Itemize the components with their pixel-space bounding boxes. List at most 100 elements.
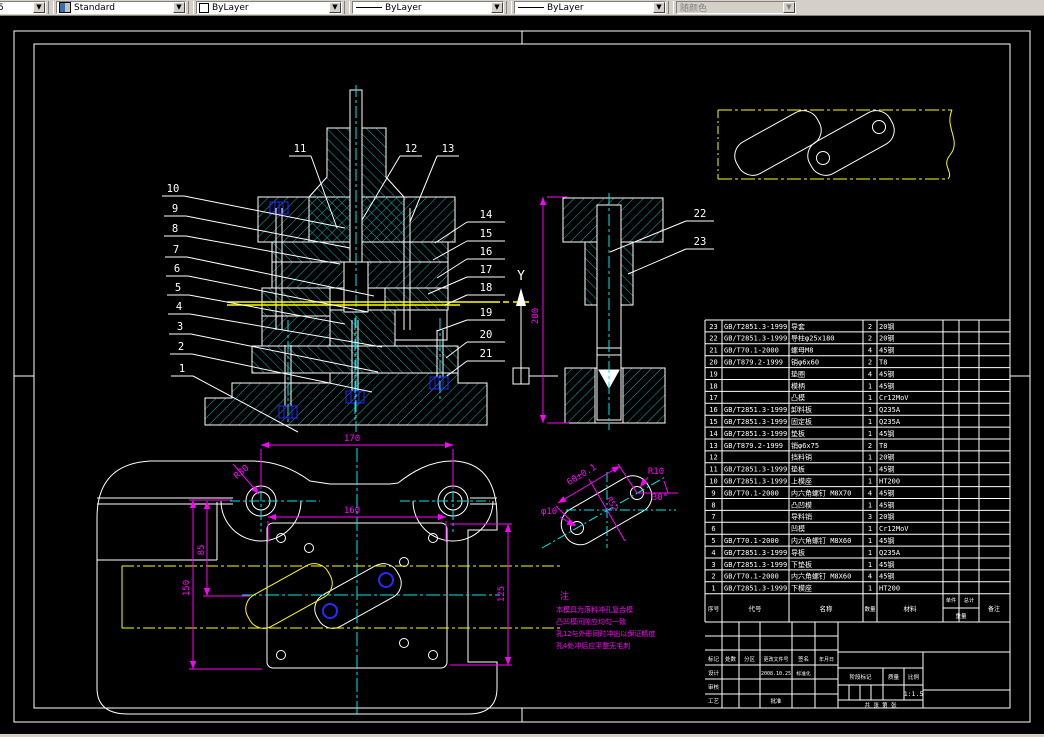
chevron-down-icon[interactable]: ▼ <box>653 2 665 13</box>
bom-material: 45钢 <box>879 488 894 497</box>
tb-rev-sign: 签名 <box>798 655 809 663</box>
bom-qty: 1 <box>868 549 872 557</box>
bom-seq: 22 <box>709 335 717 343</box>
section-cut-marker: Y <box>512 269 558 385</box>
callout-number: 18 <box>480 282 493 294</box>
drawing-canvas[interactable]: Y 170 160 150 85 125 R30 200 60±0.1 R10 … <box>0 0 1044 737</box>
bom-code: GB/T70.1-2000 <box>724 573 779 581</box>
bom-header-code: 代号 <box>749 604 763 613</box>
tb-standardize: 标准化 <box>796 670 811 677</box>
bom-name: 上模座 <box>791 477 812 486</box>
bom-material: 45钢 <box>879 381 894 390</box>
bom-seq: 23 <box>709 323 717 331</box>
dim-160: 160 <box>344 506 360 516</box>
toolbar-separator <box>188 1 194 14</box>
main-section-view <box>204 89 488 426</box>
dim-200: 200 <box>531 308 541 324</box>
lineweight-combo[interactable]: ByLayer ▼ <box>514 1 666 14</box>
callout-number: 12 <box>405 143 418 155</box>
callout-number: 15 <box>480 228 493 240</box>
bom-qty: 4 <box>868 370 872 378</box>
bom-material: 45钢 <box>879 500 894 509</box>
plan-view <box>96 448 560 718</box>
callout-number: 3 <box>177 321 183 333</box>
dim-85: 85 <box>197 545 207 556</box>
tb-design: 设计 <box>708 669 720 677</box>
chevron-down-icon[interactable]: ▼ <box>33 2 45 13</box>
tb-scale: 比例 <box>908 673 920 681</box>
callout-number: 20 <box>480 329 493 341</box>
plotstyle-combo: 随颜色 ▼ <box>676 1 796 14</box>
lineweight-sample-icon <box>518 7 544 8</box>
dim-125: 125 <box>497 586 507 602</box>
bom-code: GB/T2851.3-1999 <box>724 406 787 414</box>
callout-number: 2 <box>178 341 184 353</box>
chevron-down-icon[interactable]: ▼ <box>329 2 341 13</box>
callout-number: 7 <box>173 244 179 256</box>
bom-qty: 1 <box>868 454 872 462</box>
bom-code: GB/T2851.3-1999 <box>724 418 787 426</box>
bom-name: 凹模 <box>791 524 805 533</box>
bom-code: GB/T2851.3-1999 <box>724 323 787 331</box>
bom-code: GB/T2851.3-1999 <box>724 549 787 557</box>
dim-30deg: 30° <box>652 493 668 503</box>
tb-rev-count: 处数 <box>725 655 737 663</box>
cad-application-window: { "toolbar": { "combo1": "5", "style_com… <box>0 0 1044 737</box>
right-section-view <box>562 197 666 424</box>
tb-rev-date: 年月日 <box>819 656 834 663</box>
layer-combo[interactable]: 5 ▼ <box>0 1 46 14</box>
callout-number: 13 <box>442 143 455 155</box>
linetype-combo[interactable]: ByLayer ▼ <box>352 1 504 14</box>
bom-seq: 7 <box>711 513 715 521</box>
bom-material: 20钢 <box>879 453 894 462</box>
chevron-down-icon[interactable]: ▼ <box>173 2 185 13</box>
callout-number: 21 <box>480 348 493 360</box>
toolbar-separator <box>506 1 512 14</box>
tb-process: 工艺 <box>708 698 720 705</box>
bom-name: 模柄 <box>791 381 805 390</box>
notes-title: 注 <box>560 590 569 602</box>
chevron-down-icon: ▼ <box>783 2 795 13</box>
bom-material: 45钢 <box>879 560 894 569</box>
bom-material: 45钢 <box>879 572 894 581</box>
bom-table: 23 GB/T2851.3-1999 导套 2 20钢22 GB/T2851.3-1999… <box>704 319 1011 623</box>
chevron-down-icon[interactable]: ▼ <box>491 2 503 13</box>
bom-seq: 11 <box>709 466 717 474</box>
bom-seq: 14 <box>709 430 717 438</box>
color-control-combo[interactable]: ByLayer ▼ <box>196 1 342 14</box>
bom-name: 垫板 <box>791 465 805 474</box>
color-swatch-icon <box>199 2 209 13</box>
bom-code: GB/T2851.3-1999 <box>724 335 787 343</box>
tb-weight: 质量 <box>888 673 900 681</box>
bom-material: 45钢 <box>879 346 894 355</box>
bom-name: 挡料销 <box>791 453 812 462</box>
callout-number: 17 <box>480 264 493 276</box>
dim-60: 60±0.1 <box>565 463 598 488</box>
text-style-combo[interactable]: Standard ▼ <box>56 1 186 14</box>
bom-seq: 13 <box>709 442 717 450</box>
callout-number: 9 <box>172 203 178 215</box>
bom-code: GB/T879.2-1999 <box>724 359 783 367</box>
plotstyle-value: 随颜色 <box>680 4 708 14</box>
bom-code: GB/T2851.3-1999 <box>724 561 787 569</box>
bom-name: 下垫板 <box>791 560 812 569</box>
bom-qty: 3 <box>868 513 872 521</box>
bom-qty: 4 <box>868 347 872 355</box>
bom-seq: 8 <box>711 501 715 509</box>
bom-name: 导柱φ25x180 <box>791 334 835 343</box>
bom-material: T8 <box>879 359 887 367</box>
bom-code: GB/T2851.3-1999 <box>724 478 787 486</box>
bom-code: GB/T2851.3-1999 <box>724 430 787 438</box>
tb-stage: 阶段标记 <box>849 673 872 681</box>
bom-seq: 16 <box>709 406 717 414</box>
bom-qty: 2 <box>868 359 872 367</box>
bom-seq: 19 <box>709 370 717 378</box>
bom-material: Cr12MoV <box>879 394 909 402</box>
toolbar: 5 ▼ Standard ▼ ByLayer ▼ ByLayer ▼ ByLay… <box>0 0 1044 16</box>
technical-notes: 注 本模具为落料冲孔复合模 凸凹模间隙应均匀一致 孔12与外形同时冲出以保证精度… <box>556 590 655 650</box>
bom-seq: 4 <box>711 549 715 557</box>
bom-header-remark: 备注 <box>988 605 1000 613</box>
dim-150: 150 <box>182 580 192 596</box>
section-arrow-icon <box>516 288 526 306</box>
bom-name: 导板 <box>791 548 805 557</box>
